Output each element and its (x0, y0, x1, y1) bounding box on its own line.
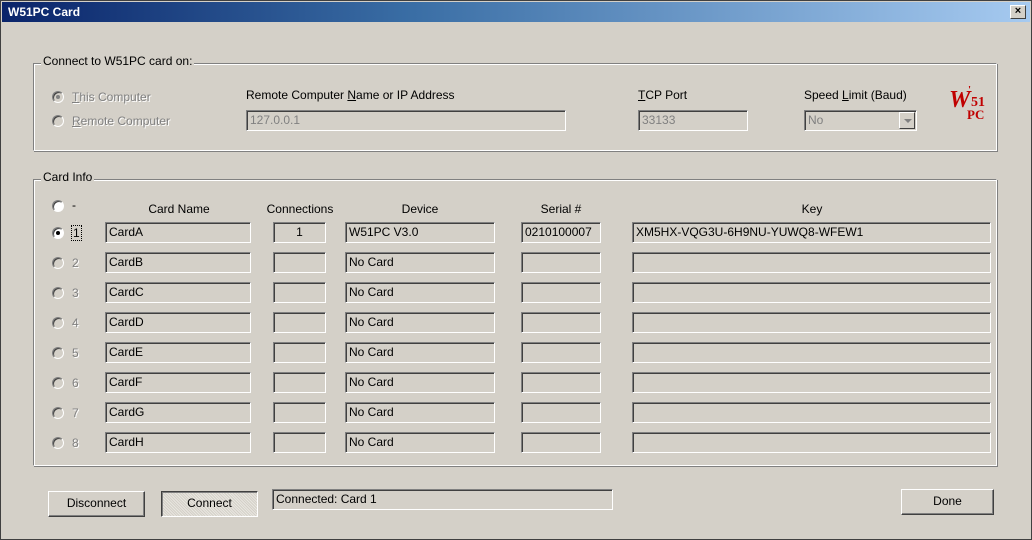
serial-field (521, 252, 601, 273)
card-name-field[interactable]: CardB (105, 252, 251, 273)
connections-field (273, 372, 326, 393)
remote-computer-radio[interactable] (52, 115, 64, 127)
key-field (632, 342, 991, 363)
card-radio-label-8[interactable]: 8 (72, 436, 79, 450)
this-computer-radio[interactable] (52, 91, 64, 103)
serial-field (521, 312, 601, 333)
card-radio-label-3[interactable]: 3 (72, 286, 79, 300)
serial-field (521, 402, 601, 423)
device-field: No Card (345, 282, 495, 303)
speed-limit-value: No (808, 113, 824, 127)
card-radio-label-1[interactable]: 1 (71, 225, 82, 241)
card-radio-2[interactable] (52, 257, 64, 269)
card-radio-1[interactable] (52, 227, 64, 239)
connections-field (273, 342, 326, 363)
card-radio-4[interactable] (52, 317, 64, 329)
card-radio-label-6[interactable]: 6 (72, 376, 79, 390)
remote-name-label: Remote Computer Name or IP Address (246, 88, 455, 102)
tcp-port-label: TCP Port (638, 88, 688, 102)
key-field (632, 312, 991, 333)
status-field: Connected: Card 1 (272, 489, 613, 510)
connect-group-label: Connect to W51PC card on: (41, 54, 195, 68)
card-name-field[interactable]: CardE (105, 342, 251, 363)
connections-field (273, 252, 326, 273)
key-field (632, 252, 991, 273)
key-field (632, 402, 991, 423)
remote-computer-label[interactable]: Remote Computer (72, 114, 170, 128)
chevron-down-icon[interactable] (899, 112, 915, 129)
header-device: Device (401, 202, 439, 216)
card-info-group-label: Card Info (41, 170, 95, 184)
serial-field: 0210100007 (521, 222, 601, 243)
card-radio-8[interactable] (52, 437, 64, 449)
serial-field (521, 342, 601, 363)
card-radio-label-4[interactable]: 4 (72, 316, 79, 330)
disconnect-button[interactable]: Disconnect (48, 491, 145, 517)
card-radio-7[interactable] (52, 407, 64, 419)
window-title: W51PC Card (8, 5, 81, 19)
this-computer-label[interactable]: This Computer (72, 90, 151, 104)
device-field: No Card (345, 402, 495, 423)
key-field (632, 372, 991, 393)
w51pc-logo: W ' 51 PC (949, 84, 985, 122)
device-field: No Card (345, 372, 495, 393)
card-none-radio[interactable] (52, 200, 64, 212)
card-name-field[interactable]: CardF (105, 372, 251, 393)
card-name-field[interactable]: CardH (105, 432, 251, 453)
device-field: W51PC V3.0 (345, 222, 495, 243)
card-none-label[interactable]: - (72, 198, 76, 212)
key-field (632, 282, 991, 303)
device-field: No Card (345, 342, 495, 363)
card-radio-label-2[interactable]: 2 (72, 256, 79, 270)
header-serial: Serial # (540, 202, 582, 216)
card-name-field[interactable]: CardC (105, 282, 251, 303)
device-field: No Card (345, 312, 495, 333)
done-button[interactable]: Done (901, 489, 994, 515)
card-name-field[interactable]: CardG (105, 402, 251, 423)
connect-groupbox (33, 63, 997, 151)
card-radio-label-7[interactable]: 7 (72, 406, 79, 420)
close-button[interactable]: × (1010, 5, 1026, 19)
header-card-name: Card Name (148, 202, 210, 216)
card-name-field[interactable]: CardD (105, 312, 251, 333)
key-field (632, 432, 991, 453)
card-name-field[interactable]: CardA (105, 222, 251, 243)
speed-limit-label: Speed Limit (Baud) (804, 88, 907, 102)
serial-field (521, 432, 601, 453)
connections-field (273, 432, 326, 453)
serial-field (521, 282, 601, 303)
speed-limit-select[interactable]: No (804, 110, 917, 131)
serial-field (521, 372, 601, 393)
w51pc-card-dialog: W51PC Card × Connect to W51PC card on: T… (0, 0, 1032, 540)
remote-name-input[interactable]: 127.0.0.1 (246, 110, 566, 131)
key-field: XM5HX-VQG3U-6H9NU-YUWQ8-WFEW1 (632, 222, 991, 243)
title-bar[interactable]: W51PC Card × (2, 2, 1030, 22)
header-connections: Connections (266, 202, 334, 216)
card-radio-label-5[interactable]: 5 (72, 346, 79, 360)
tcp-port-input[interactable]: 33133 (638, 110, 748, 131)
connect-button[interactable]: Connect (161, 491, 258, 517)
connections-field (273, 282, 326, 303)
card-radio-6[interactable] (52, 377, 64, 389)
card-radio-3[interactable] (52, 287, 64, 299)
connections-field: 1 (273, 222, 326, 243)
connections-field (273, 312, 326, 333)
device-field: No Card (345, 252, 495, 273)
device-field: No Card (345, 432, 495, 453)
connections-field (273, 402, 326, 423)
header-key: Key (801, 202, 823, 216)
card-radio-5[interactable] (52, 347, 64, 359)
